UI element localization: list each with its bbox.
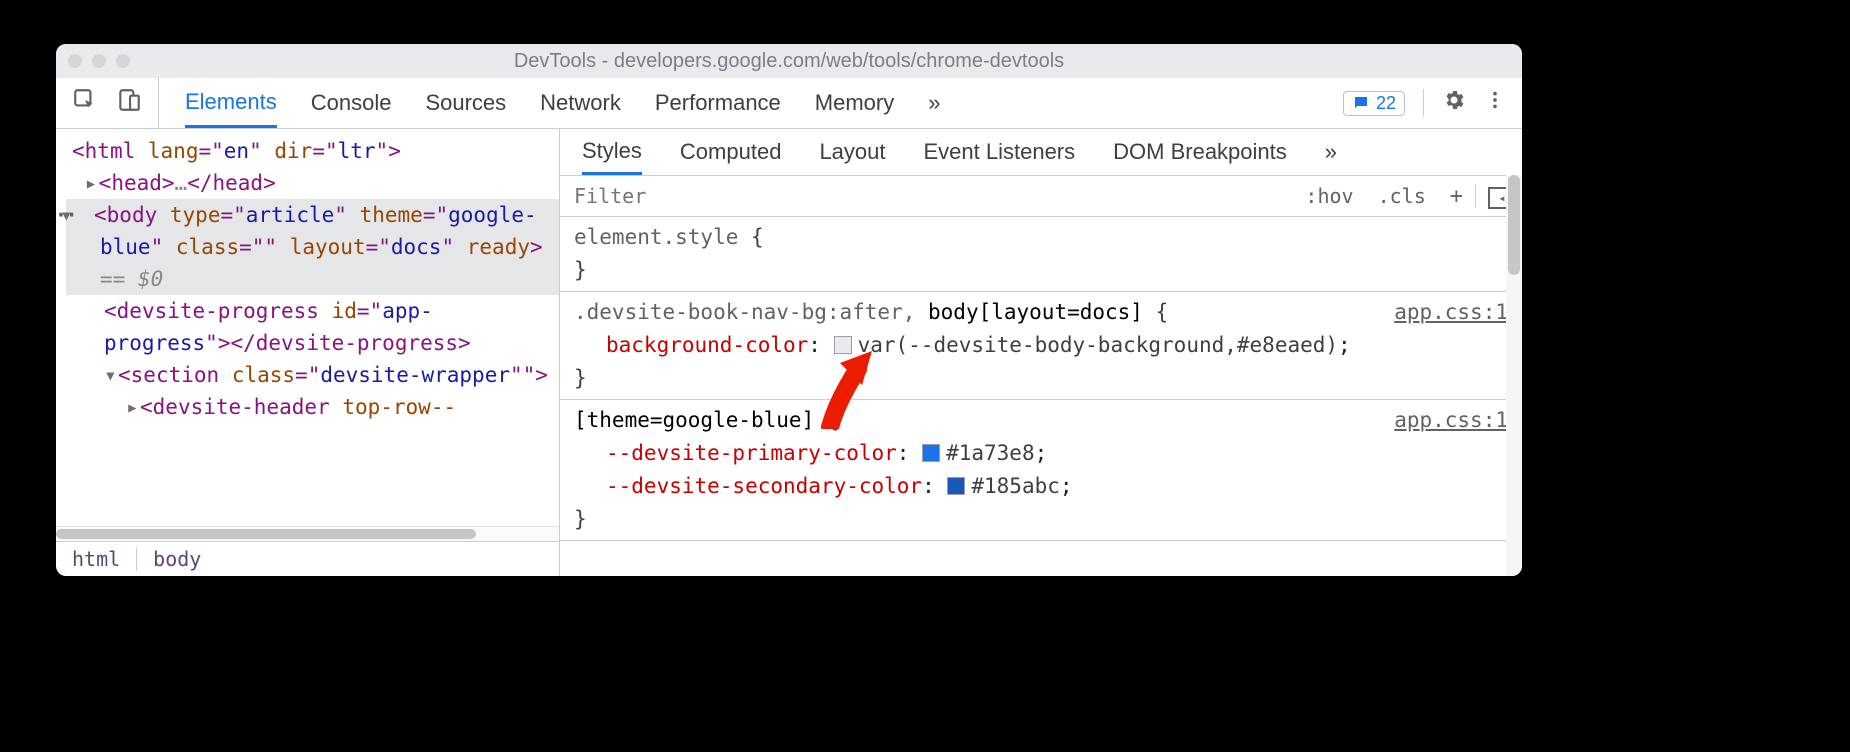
rule-source-link[interactable]: app.css:1 — [1394, 404, 1508, 437]
inspect-element-icon[interactable] — [72, 87, 98, 119]
subtab-layout[interactable]: Layout — [819, 129, 885, 175]
dom-node[interactable]: <body type="article" theme="google-blue"… — [66, 199, 559, 295]
tab-performance[interactable]: Performance — [655, 78, 781, 128]
traffic-lights[interactable] — [68, 54, 130, 68]
tabs-overflow-button[interactable]: » — [928, 78, 940, 128]
dom-node[interactable]: <head>…</head> — [66, 167, 559, 199]
messages-count: 22 — [1376, 93, 1396, 114]
hov-toggle[interactable]: :hov — [1293, 184, 1365, 208]
devtools-window: DevTools - developers.google.com/web/too… — [56, 44, 1522, 576]
window-title: DevTools - developers.google.com/web/too… — [56, 50, 1522, 73]
styles-filter-input[interactable] — [560, 184, 1293, 208]
close-dot-icon[interactable] — [68, 54, 82, 68]
subtab-event-listeners[interactable]: Event Listeners — [924, 129, 1076, 175]
subtab-dom-breakpoints[interactable]: DOM Breakpoints — [1113, 129, 1287, 175]
styles-vertical-scrollbar[interactable] — [1506, 175, 1522, 576]
kebab-menu-icon[interactable] — [1484, 89, 1506, 117]
dom-breadcrumb[interactable]: htmlbody — [56, 541, 559, 576]
tab-elements[interactable]: Elements — [185, 78, 277, 128]
cls-toggle[interactable]: .cls — [1366, 184, 1438, 208]
divider — [1423, 89, 1424, 117]
styles-toolbar: :hov .cls + — [560, 176, 1522, 217]
dom-node[interactable]: <section class="devsite-wrapper""> — [66, 359, 559, 391]
color-swatch-icon[interactable] — [922, 444, 940, 462]
color-swatch-icon[interactable] — [834, 336, 852, 354]
dom-node[interactable]: <devsite-progress id="app-progress"></de… — [66, 295, 559, 359]
subtab-computed[interactable]: Computed — [680, 129, 782, 175]
dom-tree[interactable]: <html lang="en" dir="ltr"> <head>…</head… — [56, 129, 559, 526]
breadcrumb-item[interactable]: html — [56, 547, 136, 571]
dom-node[interactable]: <html lang="en" dir="ltr"> — [66, 135, 559, 167]
style-rule[interactable]: element.style {} — [560, 217, 1522, 292]
new-style-rule-button[interactable]: + — [1438, 184, 1475, 209]
tab-memory[interactable]: Memory — [815, 78, 894, 128]
subtabs-overflow-button[interactable]: » — [1325, 129, 1337, 175]
device-toolbar-icon[interactable] — [116, 87, 142, 119]
minimize-dot-icon[interactable] — [92, 54, 106, 68]
dom-node[interactable]: <devsite-header top-row-- — [66, 391, 559, 423]
color-swatch-icon[interactable] — [947, 477, 965, 495]
tab-network[interactable]: Network — [540, 78, 621, 128]
zoom-dot-icon[interactable] — [116, 54, 130, 68]
dom-horizontal-scrollbar[interactable] — [56, 526, 559, 541]
rule-source-link[interactable]: app.css:1 — [1394, 296, 1508, 329]
style-rule[interactable]: app.css:1[theme=google-blue] {--devsite-… — [560, 400, 1522, 541]
window-titlebar[interactable]: DevTools - developers.google.com/web/too… — [56, 44, 1522, 78]
styles-subtab-bar: Styles Computed Layout Event Listeners DOM B… — [560, 129, 1522, 176]
tab-sources[interactable]: Sources — [425, 78, 506, 128]
tab-console[interactable]: Console — [311, 78, 392, 128]
style-rule[interactable]: app.css:1.devsite-book-nav-bg:after, bod… — [560, 292, 1522, 400]
breadcrumb-item[interactable]: body — [136, 547, 217, 571]
styles-panel: Styles Computed Layout Event Listeners DOM B… — [560, 129, 1522, 576]
style-rules-list[interactable]: element.style {}app.css:1.devsite-book-n… — [560, 217, 1522, 576]
settings-gear-icon[interactable] — [1442, 88, 1466, 118]
messages-badge[interactable]: 22 — [1343, 91, 1405, 116]
subtab-styles[interactable]: Styles — [582, 129, 642, 175]
main-tab-bar: Elements Console Sources Network Performance… — [56, 78, 1522, 129]
elements-dom-panel: <html lang="en" dir="ltr"> <head>…</head… — [56, 129, 560, 576]
